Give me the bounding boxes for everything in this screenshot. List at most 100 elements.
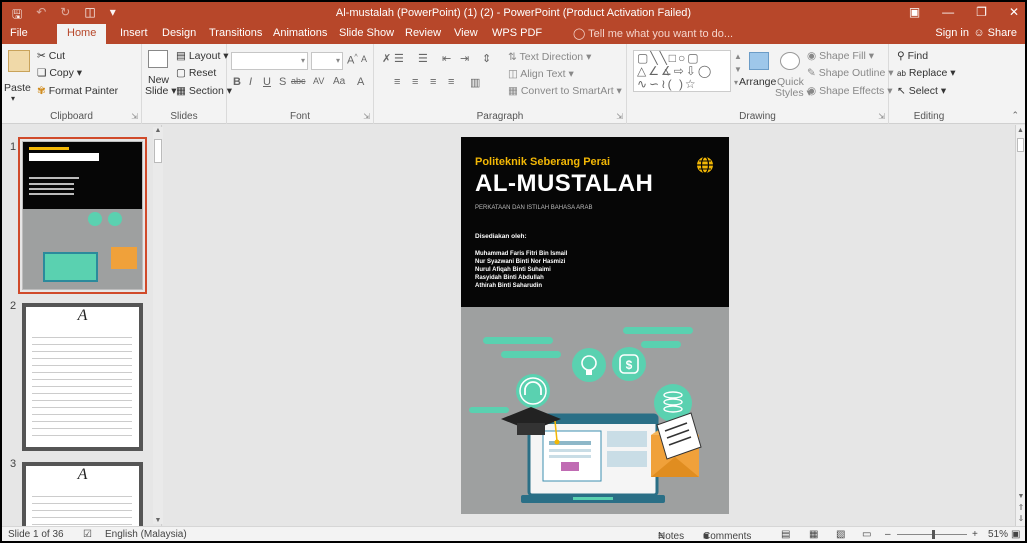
clipboard-launcher-icon[interactable]: ⇲: [131, 112, 138, 121]
reset-button[interactable]: ▢ Reset: [176, 67, 216, 79]
slide-sorter-icon[interactable]: ▦: [809, 529, 818, 540]
arrange-button[interactable]: Arrange: [739, 76, 776, 88]
paste-icon[interactable]: [8, 50, 30, 72]
tab-insert[interactable]: Insert: [120, 27, 148, 39]
collapse-ribbon-icon[interactable]: ⌃: [1011, 110, 1019, 121]
format-painter-button[interactable]: ✾ Format Painter: [37, 85, 118, 97]
bold-icon[interactable]: B: [233, 76, 241, 88]
zoom-slider-thumb[interactable]: [932, 530, 935, 539]
font-launcher-icon[interactable]: ⇲: [363, 112, 370, 121]
font-name-combo[interactable]: ▾: [231, 52, 308, 70]
shadow-icon[interactable]: S: [279, 76, 286, 88]
convert-smartart-button[interactable]: ▦ Convert to SmartArt ▾: [508, 85, 622, 97]
ribbon-display-options-icon[interactable]: ▣: [909, 5, 920, 19]
spell-check-icon[interactable]: ☑: [83, 529, 92, 540]
sign-in-link[interactable]: Sign in: [935, 27, 969, 39]
tab-slide-show[interactable]: Slide Show: [339, 27, 394, 39]
decrease-indent-icon[interactable]: ⇤: [442, 52, 451, 65]
tab-view[interactable]: View: [454, 27, 478, 39]
cut-button[interactable]: ✂ Cut: [37, 50, 65, 62]
quick-styles-icon[interactable]: [780, 52, 800, 70]
restore-icon[interactable]: ❐: [976, 5, 987, 19]
font-size-combo[interactable]: ▾: [311, 52, 343, 70]
tab-file[interactable]: File: [10, 27, 28, 39]
slide-thumbnail-2[interactable]: A: [22, 303, 143, 451]
align-right-icon[interactable]: ≡: [430, 76, 436, 88]
scroll-thumb[interactable]: [154, 139, 162, 163]
slide-author-names[interactable]: Muhammad Faris Fitri Bin Ismail Nur Syaz…: [475, 250, 567, 290]
layout-button[interactable]: ▤ Layout ▾: [176, 50, 229, 62]
slide-org-name[interactable]: Politeknik Seberang Perai: [475, 156, 610, 168]
find-button[interactable]: ⚲ Find: [897, 50, 928, 62]
tab-review[interactable]: Review: [405, 27, 441, 39]
scroll-up-icon[interactable]: ▲: [153, 127, 163, 134]
tab-home[interactable]: Home: [57, 24, 107, 44]
align-center-icon[interactable]: ≡: [412, 76, 418, 88]
character-spacing-icon[interactable]: AV: [313, 76, 324, 86]
select-button[interactable]: ↖ Select ▾: [897, 85, 946, 97]
new-slide-icon[interactable]: [148, 50, 168, 68]
shapes-gallery[interactable]: ▢╲╲□○▢ △∠∡⇨⇩◯ ∿∽≀( )☆: [633, 50, 731, 92]
slide-title[interactable]: AL-MUSTALAH: [475, 170, 653, 198]
increase-indent-icon[interactable]: ⇥: [460, 52, 469, 65]
slide-subtitle[interactable]: PERKATAAN DAN ISTILAH BAHASA ARAB: [475, 205, 592, 211]
normal-view-icon[interactable]: ▤: [781, 529, 790, 540]
replace-button[interactable]: ab Replace ▾: [897, 67, 956, 79]
slide-thumbnail-3[interactable]: A: [22, 462, 143, 526]
numbering-icon[interactable]: ☰: [418, 52, 428, 65]
line-spacing-icon[interactable]: ⇕: [482, 52, 491, 65]
slide-thumbnail-1[interactable]: [18, 137, 147, 294]
scroll-down-icon[interactable]: ▼: [1016, 493, 1025, 500]
slide-show-icon[interactable]: ▭: [862, 529, 871, 540]
reading-view-icon[interactable]: ▧: [836, 529, 845, 540]
paste-dropdown-icon[interactable]: ▾: [11, 94, 15, 103]
paragraph-launcher-icon[interactable]: ⇲: [616, 112, 623, 121]
strikethrough-icon[interactable]: abc: [291, 76, 306, 86]
section-button[interactable]: ▦ Section ▾: [176, 85, 232, 97]
tab-design[interactable]: Design: [162, 27, 196, 39]
copy-button[interactable]: ❏ Copy ▾: [37, 67, 82, 79]
increase-font-size-icon[interactable]: A^: [347, 54, 358, 67]
align-left-icon[interactable]: ≡: [394, 76, 400, 88]
close-icon[interactable]: ✕: [1009, 5, 1019, 19]
scroll-up-icon[interactable]: ▲: [1016, 127, 1025, 134]
language-indicator[interactable]: English (Malaysia): [105, 529, 187, 540]
justify-icon[interactable]: ≡: [448, 76, 454, 88]
fit-to-window-icon[interactable]: ▣: [1011, 529, 1020, 540]
slide-prepared-by[interactable]: Disediakan oleh:: [475, 233, 527, 240]
arrange-icon[interactable]: [749, 52, 769, 70]
next-slide-icon[interactable]: ⇓: [1016, 514, 1025, 523]
drawing-launcher-icon[interactable]: ⇲: [878, 112, 885, 121]
shape-outline-label: Shape Outline: [818, 67, 886, 79]
editor-vertical-scrollbar[interactable]: ▲ ▼ ⇑ ⇓: [1015, 125, 1025, 526]
tab-transitions[interactable]: Transitions: [209, 27, 262, 39]
change-case-icon[interactable]: Aa: [333, 76, 345, 87]
share-button[interactable]: ☺ Share: [973, 27, 1017, 39]
columns-icon[interactable]: ▥: [470, 76, 480, 89]
scroll-thumb[interactable]: [1017, 138, 1024, 152]
text-direction-button[interactable]: ⇅ Text Direction ▾: [508, 51, 591, 63]
current-slide[interactable]: Politeknik Seberang Perai AL-MUSTALAH PE…: [461, 137, 729, 514]
zoom-level[interactable]: 51%: [988, 529, 1008, 540]
font-color-icon[interactable]: A: [357, 76, 364, 88]
shape-fill-button[interactable]: ◉ Shape Fill ▾: [807, 50, 874, 62]
clear-formatting-icon[interactable]: ✗: [382, 52, 391, 65]
shape-outline-button[interactable]: ✎ Shape Outline ▾: [807, 67, 894, 79]
tell-me-box[interactable]: ◯ Tell me what you want to do...: [573, 27, 733, 40]
bullets-icon[interactable]: ☰: [394, 52, 404, 65]
italic-icon[interactable]: I: [249, 76, 252, 88]
thumbnail-scrollbar[interactable]: ▲ ▼: [153, 127, 163, 524]
zoom-in-icon[interactable]: +: [972, 529, 978, 540]
tab-animations[interactable]: Animations: [273, 27, 327, 39]
paste-button[interactable]: Paste: [4, 82, 31, 94]
zoom-out-icon[interactable]: –: [885, 529, 891, 540]
tab-wps-pdf[interactable]: WPS PDF: [492, 27, 542, 39]
decrease-font-size-icon[interactable]: A: [361, 54, 367, 64]
shape-effects-button[interactable]: ◉ Shape Effects ▾: [807, 85, 892, 97]
scroll-down-icon[interactable]: ▼: [153, 517, 163, 524]
align-text-button[interactable]: ◫ Align Text ▾: [508, 68, 574, 80]
underline-icon[interactable]: U: [263, 76, 271, 88]
previous-slide-icon[interactable]: ⇑: [1016, 503, 1025, 512]
new-slide-button-2[interactable]: Slide ▾: [145, 85, 177, 97]
minimize-icon[interactable]: —: [942, 5, 954, 19]
